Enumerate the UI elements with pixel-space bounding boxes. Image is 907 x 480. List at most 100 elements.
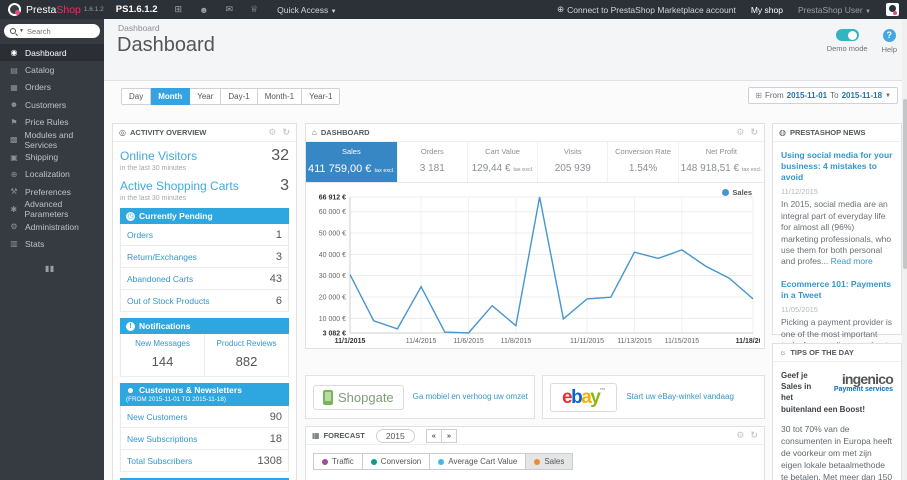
- active-carts-link[interactable]: Active Shopping Carts: [120, 179, 239, 193]
- clock-icon: ◷: [126, 211, 135, 221]
- notifications-grid: New Messages 144 Product Reviews 882: [120, 334, 289, 377]
- customer-icon[interactable]: ☻: [199, 5, 208, 15]
- sidebar-item-advanced-parameters[interactable]: ✱ Advanced Parameters: [0, 199, 104, 219]
- read-more-link[interactable]: Read more: [831, 256, 873, 266]
- new-messages-cell[interactable]: New Messages 144: [121, 334, 204, 376]
- filter-year-1-button[interactable]: Year-1: [302, 88, 341, 105]
- kpi-tab-cart-value[interactable]: Cart Value 129,44 € tax excl.: [466, 142, 537, 182]
- filter-year-button[interactable]: Year: [190, 88, 222, 105]
- price-rules-icon: ⚑: [10, 117, 18, 127]
- panel-title: DASHBOARD: [320, 128, 370, 137]
- sidebar-item-preferences[interactable]: ⚒ Preferences: [0, 183, 104, 200]
- administration-icon: ⚙: [10, 222, 18, 232]
- shipping-icon: ▣: [10, 152, 18, 162]
- sidebar-item-administration[interactable]: ⚙ Administration: [0, 218, 104, 235]
- sidebar-item-catalog[interactable]: ▤ Catalog: [0, 61, 104, 78]
- main-area: Dashboard Dashboard Demo mode ? Help Day…: [104, 19, 907, 480]
- activity-overview-panel: ◎ ACTIVITY OVERVIEW ⚙ ↻ Online Visitors 32…: [112, 123, 297, 480]
- gear-icon[interactable]: ⚙: [736, 430, 744, 441]
- product-reviews-cell[interactable]: Product Reviews 882: [204, 334, 288, 376]
- search-input[interactable]: [26, 26, 85, 36]
- cart-icon[interactable]: ⊞: [175, 4, 183, 15]
- forecast-legend-average-cart-value[interactable]: Average Cart Value: [430, 453, 527, 470]
- kpi-tab-sales[interactable]: Sales 411 759,00 € tax excl.: [306, 142, 397, 182]
- refresh-icon[interactable]: ↻: [750, 430, 758, 441]
- news-article-date: 11/12/2015: [781, 187, 818, 197]
- period-filter-group: Day Month Year Day-1 Month-1 Year-1: [121, 88, 341, 105]
- kpi-tab-orders[interactable]: Orders 3 181: [396, 142, 467, 182]
- middle-column: ⌂ DASHBOARD ⚙ ↻ Sales 411 759,00 € tax exc…: [305, 123, 765, 480]
- sidebar-item-shipping[interactable]: ▣ Shipping: [0, 148, 104, 165]
- customers-row-total-subscribers: Total Subscribers 1308: [120, 450, 289, 472]
- quick-access-menu[interactable]: Quick Access ▼: [277, 5, 336, 15]
- forecast-prev-button[interactable]: «: [425, 428, 442, 443]
- gear-icon[interactable]: ⚙: [736, 127, 744, 138]
- svg-text:50 000 €: 50 000 €: [319, 231, 346, 238]
- rss-icon: ◍: [779, 128, 786, 137]
- marketplace-link[interactable]: ⊕ Connect to PrestaShop Marketplace accou…: [557, 4, 736, 15]
- filter-month-1-button[interactable]: Month-1: [257, 88, 303, 105]
- demo-mode-toggle[interactable]: [835, 29, 859, 41]
- sidebar: ▼ ◉Dashboard ▤Catalog ▦Orders ☻Customers…: [0, 19, 104, 480]
- online-visitors-link[interactable]: Online Visitors: [120, 149, 197, 163]
- exclamation-icon: !: [126, 321, 135, 331]
- customers-icon: ☻: [9, 100, 19, 110]
- filter-day-button[interactable]: Day: [121, 88, 152, 105]
- pending-row-abandoned-carts: Abandoned Carts 43: [120, 268, 289, 290]
- panel-title: ACTIVITY OVERVIEW: [129, 128, 207, 137]
- panel-title: TIPS OF THE DAY: [790, 348, 854, 357]
- stats-icon: ▥: [10, 239, 18, 249]
- person-icon: ☻: [126, 385, 135, 395]
- kpi-tab-conversion-rate[interactable]: Conversion Rate 1.54%: [607, 142, 677, 182]
- help-icon[interactable]: ?: [882, 29, 896, 42]
- filter-day-1-button[interactable]: Day-1: [221, 88, 258, 105]
- forecast-legend-conversion[interactable]: Conversion: [362, 453, 431, 470]
- currently-pending-header: ◷ Currently Pending: [120, 208, 289, 224]
- date-range-button[interactable]: ⊞ From 2015-11-01 To 2015-11-18 ▼: [748, 87, 898, 104]
- filter-month-button[interactable]: Month: [151, 88, 191, 105]
- panel-title: PRESTASHOP NEWS: [789, 128, 866, 137]
- my-shop-link[interactable]: My shop: [751, 5, 783, 15]
- localization-icon: ⊕: [10, 169, 18, 179]
- forecast-legend-sales[interactable]: Sales: [526, 453, 574, 470]
- scrollbar-thumb[interactable]: [902, 99, 907, 269]
- refresh-icon[interactable]: ↻: [282, 127, 290, 138]
- user-avatar[interactable]: [886, 3, 899, 16]
- sidebar-item-customers[interactable]: ☻ Customers: [0, 96, 104, 113]
- shopgate-ad-link[interactable]: Ga mobiel en verhoog uw omzet: [413, 392, 534, 402]
- sidebar-item-localization[interactable]: ⊕ Localization: [0, 166, 104, 183]
- sidebar-item-modules[interactable]: ▩ Modules and Services: [0, 130, 104, 150]
- refresh-icon[interactable]: ↻: [750, 127, 758, 138]
- news-article-title[interactable]: Using social media for your business: 4 …: [781, 150, 893, 183]
- search-scope-caret-icon[interactable]: ▼: [19, 28, 24, 34]
- sidebar-item-stats[interactable]: ▥ Stats: [0, 235, 104, 252]
- svg-text:11/8/2015: 11/8/2015: [501, 338, 532, 345]
- sidebar-collapse-icon[interactable]: ▮▮: [0, 253, 104, 273]
- breadcrumb[interactable]: Dashboard: [118, 23, 160, 33]
- chart-legend[interactable]: Sales: [722, 188, 752, 197]
- gear-icon[interactable]: ⚙: [268, 127, 276, 138]
- kpi-tab-net-profit[interactable]: Net Profit 148 918,51 € tax excl.: [677, 142, 764, 182]
- ebay-ad[interactable]: ebay™ Start uw eBay-winkel vandaag: [542, 375, 765, 419]
- forecast-year[interactable]: 2015: [375, 428, 415, 443]
- forecast-legend-traffic[interactable]: Traffic: [313, 453, 363, 470]
- mail-icon[interactable]: ✉: [226, 4, 234, 15]
- chevron-down-icon: ▼: [330, 8, 337, 15]
- sidebar-item-price-rules[interactable]: ⚑ Price Rules: [0, 114, 104, 131]
- sidebar-item-dashboard[interactable]: ◉ Dashboard: [0, 44, 104, 62]
- kpi-tab-visits[interactable]: Visits 205 939: [537, 142, 607, 182]
- sidebar-search[interactable]: ▼: [4, 24, 100, 38]
- kpi-tabs: Sales 411 759,00 € tax excl. Orders 3 181 …: [306, 142, 764, 183]
- forecast-next-button[interactable]: »: [441, 428, 458, 443]
- scrollbar[interactable]: [902, 19, 907, 480]
- shopgate-ad[interactable]: Shopgate Ga mobiel en verhoog uw omzet: [305, 375, 535, 419]
- sidebar-item-orders[interactable]: ▦ Orders: [0, 79, 104, 96]
- ebay-ad-link[interactable]: Start uw eBay-winkel vandaag: [626, 392, 740, 402]
- news-article-excerpt: In 2015, social media are an integral pa…: [781, 199, 892, 267]
- news-article-title[interactable]: Ecommerce 101: Payments in a Tweet: [781, 279, 893, 301]
- trophy-icon[interactable]: ♕: [250, 4, 258, 15]
- modules-icon: ▩: [9, 135, 18, 145]
- customers-newsletters-header: ☻ Customers & Newsletters (FROM 2015-11-0…: [120, 383, 289, 406]
- advanced-parameters-icon: ✱: [10, 204, 18, 214]
- user-menu[interactable]: PrestaShop User ▼: [798, 5, 871, 15]
